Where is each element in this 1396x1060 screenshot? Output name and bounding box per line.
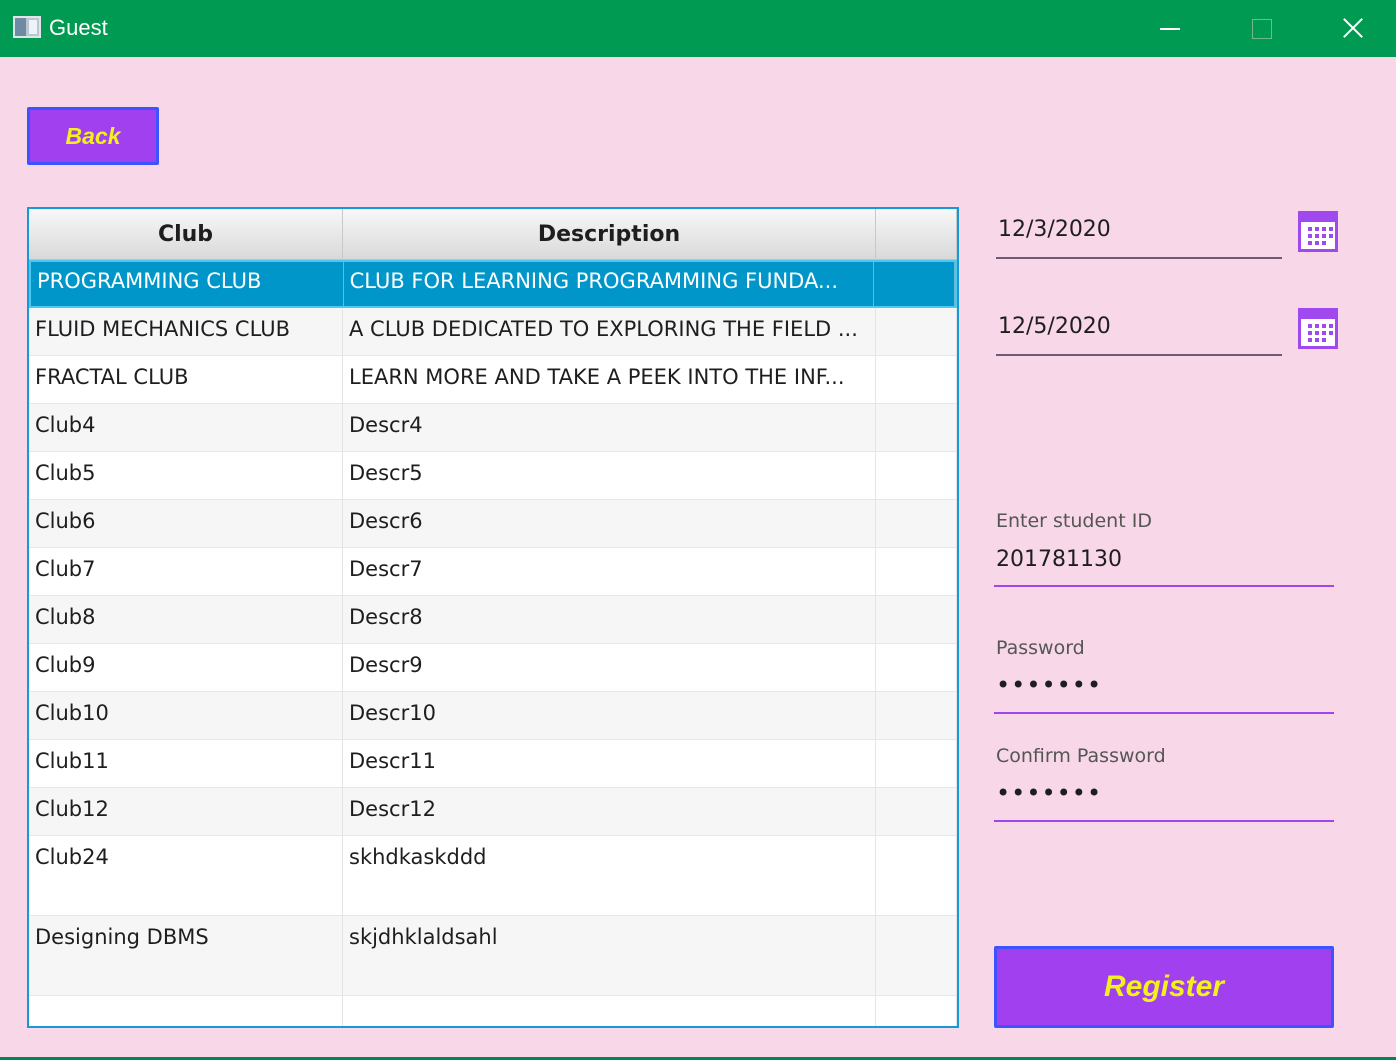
extra-cell [876,740,957,787]
password-input[interactable]: ••••••• [994,666,1334,714]
table-row[interactable]: Club10 Descr10 [29,692,957,740]
close-icon[interactable] [1306,0,1396,57]
description-cell: Descr9 [343,644,876,691]
extra-cell [876,548,957,595]
club-cell: Club4 [29,404,343,451]
table-body: PROGRAMMING CLUB CLUB FOR LEARNING PROGR… [29,260,957,1026]
extra-cell [876,308,957,355]
register-button[interactable]: Register [994,946,1334,1028]
extra-cell [876,500,957,547]
start-date-field[interactable]: 12/3/2020 [996,207,1282,259]
maximize-icon[interactable] [1214,0,1306,57]
table-header: Club Description [29,209,957,260]
description-cell: skhdkaskddd [343,836,876,915]
club-cell: Designing DBMS [29,916,343,995]
empty-cell [29,996,343,1026]
extra-cell [876,596,957,643]
table-row[interactable]: Designing DBMS skjdhklaldsahl [29,916,957,996]
back-button[interactable]: Back [27,107,159,165]
extra-cell [874,262,955,306]
table-row[interactable]: FLUID MECHANICS CLUB A CLUB DEDICATED TO… [29,308,957,356]
extra-cell [876,916,957,995]
table-row[interactable]: FRACTAL CLUB LEARN MORE AND TAKE A PEEK … [29,356,957,404]
calendar-icon[interactable] [1298,211,1338,252]
empty-cell [343,996,876,1026]
window-title: Guest [49,15,108,40]
description-cell: Descr12 [343,788,876,835]
student-id-input[interactable]: 201781130 [994,539,1334,587]
table-row[interactable]: Club9 Descr9 [29,644,957,692]
description-cell: Descr7 [343,548,876,595]
confirm-password-label: Confirm Password [996,745,1166,767]
table-row[interactable]: Club24 skhdkaskddd [29,836,957,916]
password-label: Password [996,637,1085,659]
extra-cell [876,788,957,835]
description-cell: Descr4 [343,404,876,451]
calendar-icon[interactable] [1298,308,1338,349]
confirm-password-input[interactable]: ••••••• [994,774,1334,822]
table-row[interactable]: Club6 Descr6 [29,500,957,548]
description-cell: Descr11 [343,740,876,787]
description-cell: CLUB FOR LEARNING PROGRAMMING FUNDA... [344,262,875,306]
table-row[interactable]: Club11 Descr11 [29,740,957,788]
club-cell: FRACTAL CLUB [29,356,343,403]
student-id-label: Enter student ID [996,510,1152,532]
description-cell: LEARN MORE AND TAKE A PEEK INTO THE INF.… [343,356,876,403]
club-cell: Club12 [29,788,343,835]
column-header-extra[interactable] [876,209,957,259]
extra-cell [876,644,957,691]
table-row[interactable]: PROGRAMMING CLUB CLUB FOR LEARNING PROGR… [29,260,957,308]
description-cell: Descr8 [343,596,876,643]
description-cell: skjdhklaldsahl [343,916,876,995]
table-row[interactable]: Club12 Descr12 [29,788,957,836]
description-cell: Descr10 [343,692,876,739]
clubs-table[interactable]: Club Description PROGRAMMING CLUB CLUB F… [27,207,959,1028]
club-cell: PROGRAMMING CLUB [31,262,344,306]
table-row[interactable]: Club8 Descr8 [29,596,957,644]
app-window-icon [13,16,41,38]
title-bar: Guest [0,0,1396,57]
description-cell: A CLUB DEDICATED TO EXPLORING THE FIELD … [343,308,876,355]
description-cell: Descr6 [343,500,876,547]
table-row[interactable]: Club5 Descr5 [29,452,957,500]
club-cell: Club5 [29,452,343,499]
end-date-field[interactable]: 12/5/2020 [996,304,1282,356]
extra-cell [876,452,957,499]
column-header-club[interactable]: Club [29,209,343,259]
description-cell: Descr5 [343,452,876,499]
club-cell: Club10 [29,692,343,739]
extra-cell [876,836,957,915]
column-header-description[interactable]: Description [343,209,876,259]
club-cell: Club8 [29,596,343,643]
extra-cell [876,692,957,739]
empty-cell [876,996,957,1026]
club-cell: Club24 [29,836,343,915]
extra-cell [876,356,957,403]
club-cell: FLUID MECHANICS CLUB [29,308,343,355]
table-row [29,996,957,1026]
table-row[interactable]: Club7 Descr7 [29,548,957,596]
table-row[interactable]: Club4 Descr4 [29,404,957,452]
club-cell: Club9 [29,644,343,691]
club-cell: Club6 [29,500,343,547]
club-cell: Club11 [29,740,343,787]
minimize-icon[interactable] [1122,0,1214,57]
extra-cell [876,404,957,451]
club-cell: Club7 [29,548,343,595]
